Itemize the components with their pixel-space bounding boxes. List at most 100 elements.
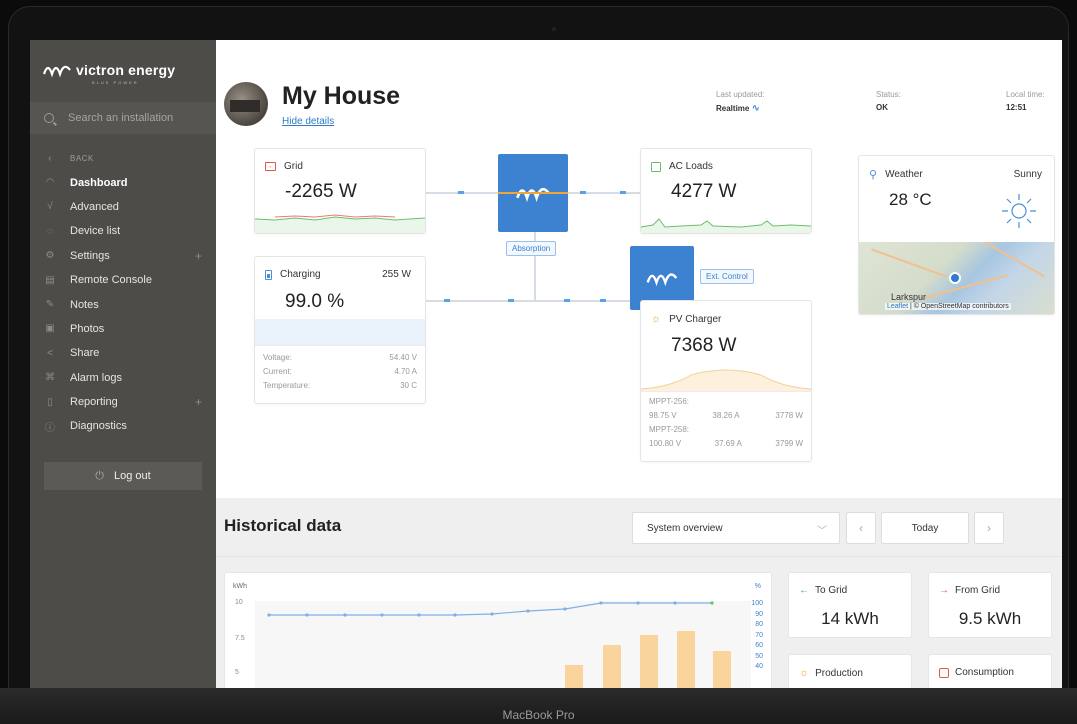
flow-indicator (458, 191, 464, 194)
grid-card[interactable]: ▪ Grid -2265 W (254, 148, 426, 234)
view-select[interactable]: System overview ﹀ (632, 512, 840, 544)
sidebar-item-label: Settings (70, 249, 110, 262)
search-input[interactable] (68, 112, 198, 124)
last-updated: Last updated: Realtime ∿ (716, 90, 764, 114)
victron-logo[interactable]: victron energy (42, 60, 175, 80)
sidebar-item-photos[interactable]: ▣ Photos (30, 317, 216, 341)
mppt-row: MPPT-256: (649, 397, 690, 406)
right-ticks: 100 90 80 70 60 50 40 (751, 600, 763, 670)
pv-value: 7368 W (671, 335, 737, 356)
info-icon: ⓘ (45, 422, 55, 434)
battery-voltage: 54.40 V (389, 353, 417, 362)
logout-button[interactable]: ⏻ Log out (44, 462, 202, 490)
sidebar-item-label: Device list (70, 225, 121, 238)
gear-icon: ⚙ (45, 250, 55, 262)
back-link[interactable]: ‹ BACK (30, 146, 216, 170)
production-bar (565, 665, 583, 688)
sidebar-item-label: Dashboard (70, 176, 128, 189)
logout-label: Log out (114, 470, 151, 482)
pv-sparkline (641, 369, 811, 391)
sidebar-item-label: Remote Console (70, 274, 152, 287)
chevron-right-icon: › (987, 521, 991, 535)
flow-indicator (564, 299, 570, 302)
ac-loads-card[interactable]: AC Loads 4277 W (640, 148, 812, 234)
sun-icon: ☼ (799, 667, 810, 679)
flow-indicator (620, 191, 626, 194)
history-plot (255, 601, 751, 688)
arrow-right-icon: → (939, 585, 949, 596)
map-marker-icon[interactable] (949, 272, 961, 284)
installation-photo (224, 82, 268, 126)
expand-plus-icon[interactable]: + (195, 249, 202, 263)
local-time-label: Local time: (1006, 90, 1045, 99)
prev-period-button[interactable]: ‹ (846, 512, 876, 544)
local-time: Local time: 12:51 (1006, 90, 1045, 112)
pv-charger-card[interactable]: ☼ PV Charger 7368 W MPPT-256: 98.75 V 38.… (640, 300, 812, 462)
chevron-left-icon: ‹ (859, 521, 863, 535)
chevron-down-icon: ﹀ (817, 526, 827, 537)
from-grid-stat: → From Grid 9.5 kWh (928, 572, 1052, 638)
sidebar-item-remote-console[interactable]: ▤ Remote Console (30, 268, 216, 292)
temperature-label: Temperature: (263, 381, 311, 390)
battery-soc: 99.0 % (285, 291, 345, 312)
production-bar (603, 645, 621, 688)
battery-current: 4.70 A (394, 367, 417, 376)
production-bar (677, 631, 695, 688)
sidebar-item-share[interactable]: < Share (30, 341, 216, 365)
location-map[interactable]: Larkspur Leaflet | © OpenStreetMap contr… (859, 242, 1054, 314)
inverter-status-bar (498, 192, 568, 194)
alarm-icon: ⌘ (45, 372, 55, 384)
sidebar-item-diagnostics[interactable]: ⓘ Diagnostics (30, 414, 216, 438)
history-chart: kWh % 10 7.5 5 100 90 80 70 60 50 40 (224, 572, 772, 688)
console-icon: ▤ (45, 274, 55, 286)
to-grid-stat: ← To Grid 14 kWh (788, 572, 912, 638)
battery-state: Charging (280, 269, 321, 280)
weather-condition: Sunny (1013, 169, 1042, 180)
ac-loads-sparkline (641, 218, 811, 233)
device-label: MacBook Pro (502, 708, 575, 722)
weather-card[interactable]: ⚲ Weather Sunny 28 °C Larkspur Leaflet |… (858, 155, 1055, 315)
grid-label: Grid (284, 161, 303, 172)
expand-plus-icon[interactable]: + (195, 395, 202, 409)
grid-sparkline (255, 214, 425, 233)
map-place-label: Larkspur (891, 292, 927, 302)
ac-loads-icon (651, 161, 661, 172)
ac-loads-value: 4277 W (671, 181, 737, 202)
hide-details-link[interactable]: Hide details (282, 116, 334, 127)
last-updated-label: Last updated: (716, 90, 765, 99)
sunny-icon (1002, 194, 1036, 228)
status-value: OK (876, 103, 888, 112)
grid-icon: ▪ (265, 162, 276, 171)
chevron-left-icon: ‹ (48, 152, 52, 164)
camera (552, 27, 556, 31)
brand-name: victron energy (76, 62, 176, 78)
historical-title: Historical data (224, 516, 342, 535)
flow-indicator (444, 299, 450, 302)
gauge-icon: ◠ (46, 177, 54, 189)
sidebar-item-reporting[interactable]: ▯ Reporting + (30, 390, 216, 414)
sidebar-item-settings[interactable]: ⚙ Settings + (30, 244, 216, 268)
today-button[interactable]: Today (881, 512, 969, 544)
sidebar-item-label: Diagnostics (70, 420, 127, 433)
local-time-value: 12:51 (1006, 103, 1027, 112)
sidebar-item-notes[interactable]: ✎ Notes (30, 292, 216, 316)
leaflet-link[interactable]: Leaflet (887, 303, 908, 310)
consumption-label: Consumption (955, 667, 1014, 678)
connector-line (562, 192, 642, 194)
flow-indicator (580, 191, 586, 194)
next-period-button[interactable]: › (974, 512, 1004, 544)
inverter-charger[interactable] (498, 154, 568, 232)
sidebar-item-alarm-logs[interactable]: ⌘ Alarm logs (30, 366, 216, 390)
battery-temperature: 30 C (400, 381, 417, 390)
search-icon (44, 113, 54, 123)
back-label: BACK (70, 153, 94, 163)
left-tick: 5 (235, 669, 239, 676)
sidebar-item-dashboard[interactable]: ◠ Dashboard (30, 170, 216, 194)
battery-icon (265, 269, 272, 280)
battery-card[interactable]: Charging 255 W 99.0 % Voltage: 54.40 V Cu… (254, 256, 426, 404)
sidebar-item-device-list[interactable]: ◌ Device list (30, 219, 216, 243)
mppt-row: MPPT-258: (649, 425, 690, 434)
sun-icon: ☼ (651, 313, 662, 325)
main-content: My House Hide details Last updated: Real… (216, 40, 1062, 688)
sidebar-item-advanced[interactable]: √ Advanced (30, 195, 216, 219)
